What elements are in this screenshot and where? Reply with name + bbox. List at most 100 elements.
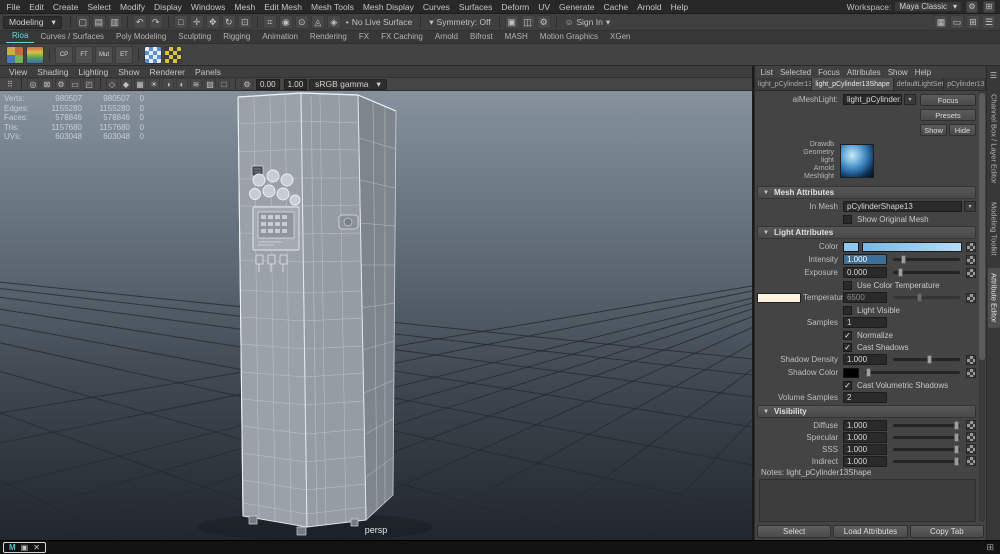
cast-shadows-checkbox[interactable]: ✓	[843, 343, 852, 352]
open-scene-icon[interactable]: ▤	[92, 15, 106, 29]
lock-camera-icon[interactable]: ⊠	[41, 78, 53, 90]
save-scene-icon[interactable]: ▥	[108, 15, 122, 29]
menu-item-arnold[interactable]: Arnold	[633, 0, 667, 14]
specular-field[interactable]: 1.000	[843, 432, 887, 443]
menu-item-help[interactable]: Help	[666, 0, 692, 14]
map-button[interactable]	[966, 293, 976, 303]
viewport-menu-view[interactable]: View	[4, 67, 32, 77]
shelf-mut-icon[interactable]: Mut	[95, 46, 113, 64]
move-tool-icon[interactable]: ✥	[206, 15, 220, 29]
make-live-icon[interactable]: ◈	[327, 15, 341, 29]
light-visible-checkbox[interactable]	[843, 306, 852, 315]
sidebar-tab-modeling-toolkit[interactable]: Modeling Toolkit	[988, 197, 1000, 261]
snap-to-point-icon[interactable]: ⊙	[295, 15, 309, 29]
shelf-tab-rigging[interactable]: Rigging	[217, 31, 256, 43]
ae-menu-show[interactable]: Show	[884, 68, 911, 77]
menu-item-select[interactable]: Select	[83, 0, 116, 14]
snap-to-grid-icon[interactable]: ⌗	[263, 15, 277, 29]
viewport-menu-panels[interactable]: Panels	[190, 67, 226, 77]
load-attributes-button[interactable]: Load Attributes	[833, 525, 907, 538]
ae-scrollbar[interactable]	[979, 91, 985, 522]
map-button[interactable]	[966, 268, 976, 278]
map-button[interactable]	[966, 242, 976, 252]
section-visibility[interactable]: ▼ Visibility	[757, 405, 976, 418]
map-button[interactable]	[966, 255, 976, 265]
viewport-menu-renderer[interactable]: Renderer	[145, 67, 190, 77]
textured-mode-icon[interactable]: ▦	[134, 78, 146, 90]
gate-mask-icon[interactable]: ◰	[83, 78, 95, 90]
focus-button[interactable]: Focus	[920, 94, 976, 106]
sidebar-tab-attribute-editor[interactable]: Attribute Editor	[988, 268, 1000, 328]
view-transform-dropdown[interactable]: sRGB gamma ▾	[309, 79, 387, 90]
tab-light-pcylinder13[interactable]: light_pCylinder13	[755, 78, 812, 90]
menu-item-create[interactable]: Create	[48, 0, 83, 14]
layout-four-pane-icon[interactable]: ⊞	[966, 15, 980, 29]
volume-samples-field[interactable]: 2	[843, 392, 887, 403]
film-gate-icon[interactable]: ▭	[69, 78, 81, 90]
new-scene-icon[interactable]: ▢	[76, 15, 90, 29]
shadows-icon[interactable]: ◑	[162, 78, 174, 90]
node-name-field[interactable]: light_pCylinder13Shape	[843, 94, 902, 105]
shelf-tab-sculpting[interactable]: Sculpting	[172, 31, 217, 43]
section-mesh-attributes[interactable]: ▼ Mesh Attributes	[757, 186, 976, 199]
shelf-ramp-icon[interactable]	[26, 46, 44, 64]
menu-item-uv[interactable]: UV	[534, 0, 555, 14]
ae-menu-focus[interactable]: Focus	[815, 68, 844, 77]
shelf-tab-motion-graphics[interactable]: Motion Graphics	[534, 31, 604, 43]
tab-defaultlightset[interactable]: defaultLightSet	[894, 78, 944, 90]
gamma-field[interactable]: 1.00	[284, 79, 308, 90]
color-swatch[interactable]	[843, 242, 859, 252]
ambient-occlusion-icon[interactable]: ◐	[176, 78, 188, 90]
shelf-tab-xgen[interactable]: XGen	[604, 31, 636, 43]
menu-item-edit-mesh[interactable]: Edit Mesh	[260, 0, 307, 14]
maya-app-icon[interactable]: M	[9, 543, 16, 552]
select-component-icon[interactable]: ✛	[190, 15, 204, 29]
section-light-attributes[interactable]: ▼ Light Attributes	[757, 226, 976, 239]
hide-button[interactable]: Hide	[949, 124, 976, 136]
ae-menu-selected[interactable]: Selected	[776, 68, 814, 77]
shelf-tab-bifrost[interactable]: Bifrost	[464, 31, 499, 43]
map-button[interactable]	[966, 444, 976, 454]
diffuse-field[interactable]: 1.000	[843, 420, 887, 431]
wireframe-mode-icon[interactable]: ◇	[106, 78, 118, 90]
shadow-density-slider[interactable]	[893, 358, 960, 361]
exposure-field[interactable]: 0.00	[256, 79, 280, 90]
diffuse-slider[interactable]	[893, 424, 960, 427]
menu-item-curves[interactable]: Curves	[418, 0, 454, 14]
menu-item-windows[interactable]: Windows	[186, 0, 229, 14]
shelf-tab-fx-caching[interactable]: FX Caching	[375, 31, 429, 43]
map-button[interactable]	[966, 355, 976, 365]
shelf-palette-icon[interactable]	[6, 46, 24, 64]
undo-icon[interactable]: ↶	[133, 15, 147, 29]
use-color-temperature-checkbox[interactable]	[843, 281, 852, 290]
shelf-ft-icon[interactable]: FT	[75, 46, 93, 64]
scale-tool-icon[interactable]: ⊡	[238, 15, 252, 29]
map-button[interactable]	[966, 456, 976, 466]
sign-in-button[interactable]: ☺ Sign In ▾	[565, 17, 610, 28]
xray-mode-icon[interactable]: ▨	[204, 78, 216, 90]
menu-item-edit[interactable]: Edit	[25, 0, 49, 14]
symmetry-dropdown[interactable]: ▾ Symmetry: Off	[429, 17, 490, 28]
menu-item-mesh-display[interactable]: Mesh Display	[358, 0, 418, 14]
show-button[interactable]: Show	[920, 124, 947, 136]
menu-item-file[interactable]: File	[2, 0, 25, 14]
shelf-checker-yellow-icon[interactable]	[164, 46, 182, 64]
shelf-tab-curves-surfaces[interactable]: Curves / Surfaces	[34, 31, 110, 43]
indirect-field[interactable]: 1.000	[843, 456, 887, 467]
exposure-slider[interactable]	[893, 271, 960, 274]
shelf-tab-poly-modeling[interactable]: Poly Modeling	[110, 31, 172, 43]
snap-to-curve-icon[interactable]: ◉	[279, 15, 293, 29]
ae-menu-help[interactable]: Help	[911, 68, 934, 77]
menu-set-dropdown[interactable]: Modeling ▾	[3, 16, 62, 29]
app-grid-icon[interactable]: ⊞	[986, 542, 997, 553]
sss-field[interactable]: 1.000	[843, 444, 887, 455]
ae-menu-attributes[interactable]: Attributes	[843, 68, 884, 77]
grid-display-icon[interactable]: ▦	[934, 15, 948, 29]
rotate-tool-icon[interactable]: ↻	[222, 15, 236, 29]
ae-menu-list[interactable]: List	[757, 68, 776, 77]
shadow-color-slider[interactable]	[865, 371, 960, 374]
menu-item-mesh[interactable]: Mesh	[230, 0, 260, 14]
temperature-field[interactable]: 6500	[843, 292, 887, 303]
sidebar-tab-channel-box[interactable]: Channel Box / Layer Editor	[988, 89, 1000, 189]
in-mesh-field[interactable]: pCylinderShape13	[843, 201, 962, 212]
